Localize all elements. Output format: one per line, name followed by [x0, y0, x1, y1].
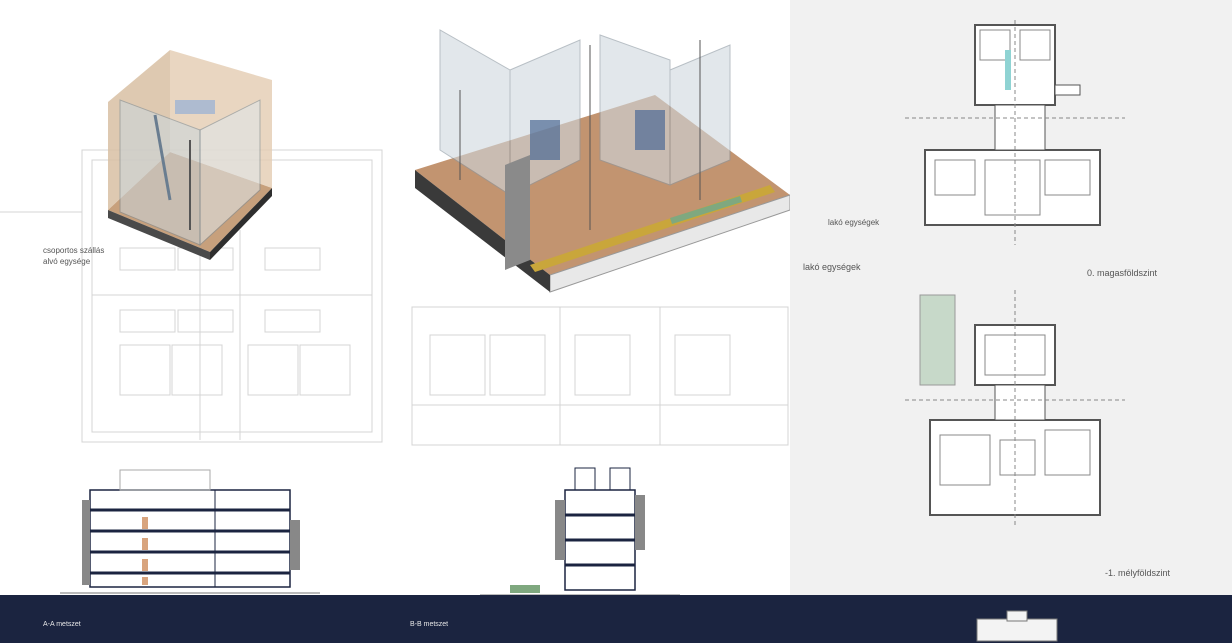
floor-plan-basement: [905, 290, 1125, 528]
section-aa-drawing: [60, 469, 320, 594]
section-bb-drawing: [480, 467, 680, 596]
group-hostel-label-1: csoportos szállás: [43, 246, 105, 255]
residential-units-label-2: lakó egységek: [803, 262, 861, 272]
right-panel: lakó egységek lakó egységek 0. magasföld…: [790, 0, 1232, 595]
section-bb-label: B-B metszet: [410, 621, 449, 628]
floor-plan-raised-ground: [905, 20, 1125, 245]
basement-floor-label: -1. mélyföldszint: [1105, 568, 1171, 578]
room-cluster-axonometric: [415, 29, 791, 293]
section-aa-label: A-A metszet: [43, 621, 81, 628]
raised-ground-floor-label: 0. magasföldszint: [1087, 268, 1158, 278]
faint-floor-plan-middle: [411, 306, 789, 446]
sleeping-unit-axonometric: [108, 50, 272, 260]
roof-plan-thumbnail: [976, 610, 1058, 642]
group-hostel-label-2: alvó egysége: [43, 257, 91, 266]
left-panel: csoportos szállás alvó egysége: [0, 0, 410, 595]
middle-panel: [410, 0, 791, 596]
residential-units-label-1: lakó egységek: [828, 218, 880, 227]
